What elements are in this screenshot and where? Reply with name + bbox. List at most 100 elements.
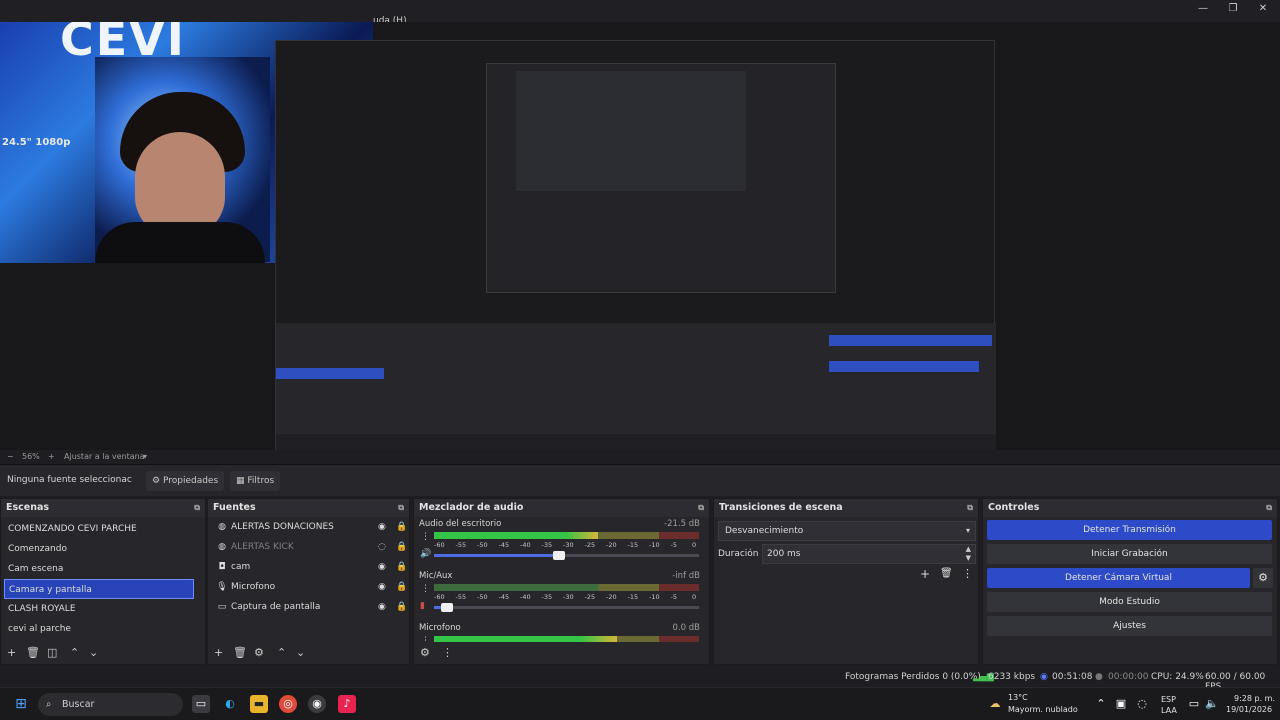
meter-tick-label: -55 — [455, 541, 467, 549]
edge-icon[interactable]: ◐ — [221, 695, 239, 713]
lock-icon[interactable]: 🔒 — [396, 517, 407, 537]
preview-canvas[interactable]: CEVI 24.5" 1080p — [0, 22, 1280, 467]
source-item[interactable]: 🎙 Microfono ◉ 🔒 — [213, 577, 407, 597]
scene-item[interactable]: Comenzando — [4, 539, 194, 559]
meter-tick-label: -20 — [606, 593, 617, 601]
undock-icon[interactable]: ⧉ — [698, 499, 704, 517]
logo-text: CEVI — [60, 22, 186, 66]
channel-menu-icon[interactable]: ⋮ — [421, 584, 430, 594]
lock-icon[interactable]: 🔒 — [396, 557, 407, 577]
add-source-button[interactable]: + — [214, 646, 223, 659]
meter-tick-label: -20 — [606, 541, 617, 549]
visibility-eye-icon[interactable]: ◉ — [378, 597, 386, 617]
scene-filters-button[interactable]: ◫ — [47, 646, 57, 659]
slider-handle[interactable] — [552, 551, 565, 560]
screen-capture-recursive — [275, 40, 996, 467]
lock-icon[interactable]: 🔒 — [396, 597, 407, 617]
scene-item[interactable]: COMENZANDO CEVI PARCHE — [4, 519, 194, 539]
visibility-eye-icon[interactable]: ◌ — [378, 537, 386, 557]
tray-app-icon-2[interactable]: ◌ — [1133, 695, 1151, 713]
duration-spinbox[interactable]: 200 ms ▲ ▼ — [762, 544, 976, 564]
zoom-dropdown-icon[interactable]: ▾ — [143, 452, 147, 461]
move-up-button[interactable]: ⌃ — [70, 646, 79, 659]
undock-icon[interactable]: ⧉ — [1266, 499, 1272, 517]
remove-source-button[interactable]: 🗑 — [233, 646, 247, 659]
lock-icon[interactable]: 🔒 — [396, 577, 407, 597]
source-item[interactable]: ◍ ALERTAS DONACIONES ◉ 🔒 — [213, 517, 407, 537]
weather-icon[interactable]: ☁ — [986, 695, 1004, 713]
source-item[interactable]: ▭ Captura de pantalla ◉ 🔒 — [213, 597, 407, 617]
source-properties-button[interactable]: ⚙ — [254, 646, 264, 659]
meter-tick-label: -55 — [455, 593, 467, 601]
chevron-up-icon[interactable]: ⌃ — [1092, 695, 1110, 713]
volume-meter — [434, 532, 699, 539]
chrome-icon[interactable]: ◎ — [279, 695, 297, 713]
clock-time[interactable]: 9:28 p. m. — [1234, 694, 1275, 703]
remove-transition-button[interactable]: 🗑 — [940, 568, 953, 579]
fit-window-label[interactable]: Ajustar a la ventana — [64, 452, 145, 461]
remove-scene-button[interactable]: 🗑 — [26, 646, 40, 659]
zoom-out-button[interactable]: − — [7, 452, 14, 461]
channel-menu-icon[interactable]: ⋮ — [421, 532, 430, 542]
obs-icon[interactable]: ◉ — [308, 695, 326, 713]
visibility-eye-icon[interactable]: ◉ — [378, 557, 386, 577]
virtual-cam-settings-gear-icon[interactable]: ⚙ — [1253, 568, 1273, 588]
start-recording-button[interactable]: Iniciar Grabación — [987, 544, 1272, 564]
source-item[interactable]: ◘ cam ◉ 🔒 — [213, 557, 407, 577]
transition-select[interactable]: Desvanecimiento ▾ — [718, 521, 976, 541]
advanced-audio-button[interactable]: ⚙ — [420, 646, 430, 659]
filters-button[interactable]: ▦ Filtros — [230, 471, 281, 491]
taskbar-search[interactable]: ⌕ Buscar — [38, 693, 183, 716]
meter-tick-label: -15 — [627, 541, 639, 549]
properties-button[interactable]: ⚙ Propiedades — [146, 471, 225, 491]
slider-handle[interactable] — [441, 603, 454, 612]
volume-icon[interactable]: 🔈 — [1203, 695, 1221, 713]
add-scene-button[interactable]: + — [7, 646, 16, 659]
lock-icon[interactable]: 🔒 — [396, 537, 407, 557]
transition-menu-button[interactable]: ⋮ — [962, 567, 973, 580]
mixer-menu-button[interactable]: ⋮ — [442, 646, 453, 659]
scene-item[interactable]: cevi al parche — [4, 619, 194, 639]
windows-start-icon[interactable]: ⊞ — [12, 695, 30, 713]
move-down-button[interactable]: ⌄ — [296, 646, 305, 659]
scene-item[interactable]: CLASH ROYALE — [4, 599, 194, 619]
undock-icon[interactable]: ⧉ — [398, 499, 404, 517]
visibility-eye-icon[interactable]: ◉ — [378, 577, 386, 597]
spin-arrows-icon[interactable]: ▲ ▼ — [966, 545, 971, 563]
sources-footer: + 🗑 ⚙ ⌃ ⌄ — [208, 642, 409, 664]
meter-tick-label: -50 — [477, 593, 488, 601]
language[interactable]: ESP — [1161, 695, 1176, 704]
stop-stream-button[interactable]: Detener Transmisión — [987, 520, 1272, 540]
undock-icon[interactable]: ⧉ — [967, 499, 973, 517]
stop-virtual-cam-button[interactable]: Detener Cámara Virtual — [987, 568, 1250, 588]
camera-icon: ◘ — [218, 562, 226, 572]
mixer-footer: ⚙ ⋮ — [414, 642, 709, 664]
undock-icon[interactable]: ⧉ — [194, 499, 200, 517]
channel-db: -21.5 dB — [664, 519, 700, 529]
source-item[interactable]: ◍ ALERTAS KICK ◌ 🔒 — [213, 537, 407, 557]
minimize-button[interactable]: — — [1192, 2, 1214, 16]
scene-item[interactable]: Camara y pantalla — [4, 579, 194, 599]
move-up-button[interactable]: ⌃ — [277, 646, 286, 659]
tray-app-icon[interactable]: ▣ — [1112, 695, 1130, 713]
move-down-button[interactable]: ⌄ — [89, 646, 98, 659]
network-icon[interactable]: ▭ — [1185, 695, 1203, 713]
task-view-icon[interactable]: ▭ — [192, 695, 210, 713]
speaker-icon[interactable]: 🔊 — [420, 549, 431, 559]
volume-slider[interactable] — [434, 603, 699, 612]
volume-slider[interactable] — [434, 551, 699, 560]
meter-tick-label: 0 — [692, 593, 697, 601]
zoom-in-button[interactable]: + — [48, 452, 55, 461]
add-transition-button[interactable]: + — [920, 567, 930, 581]
language-sub[interactable]: LAA — [1161, 706, 1177, 715]
maximize-button[interactable]: ❐ — [1222, 2, 1244, 16]
studio-mode-button[interactable]: Modo Estudio — [987, 592, 1272, 612]
settings-button[interactable]: Ajustes — [987, 616, 1272, 636]
scene-item[interactable]: Cam escena — [4, 559, 194, 579]
close-button[interactable]: ✕ — [1252, 2, 1274, 16]
visibility-eye-icon[interactable]: ◉ — [378, 517, 386, 537]
tiktok-icon[interactable]: ♪ — [338, 695, 356, 713]
clock-date[interactable]: 19/01/2026 — [1226, 705, 1272, 714]
muted-speaker-icon[interactable]: ▮ — [420, 601, 425, 611]
file-explorer-icon[interactable]: ▬ — [250, 695, 268, 713]
